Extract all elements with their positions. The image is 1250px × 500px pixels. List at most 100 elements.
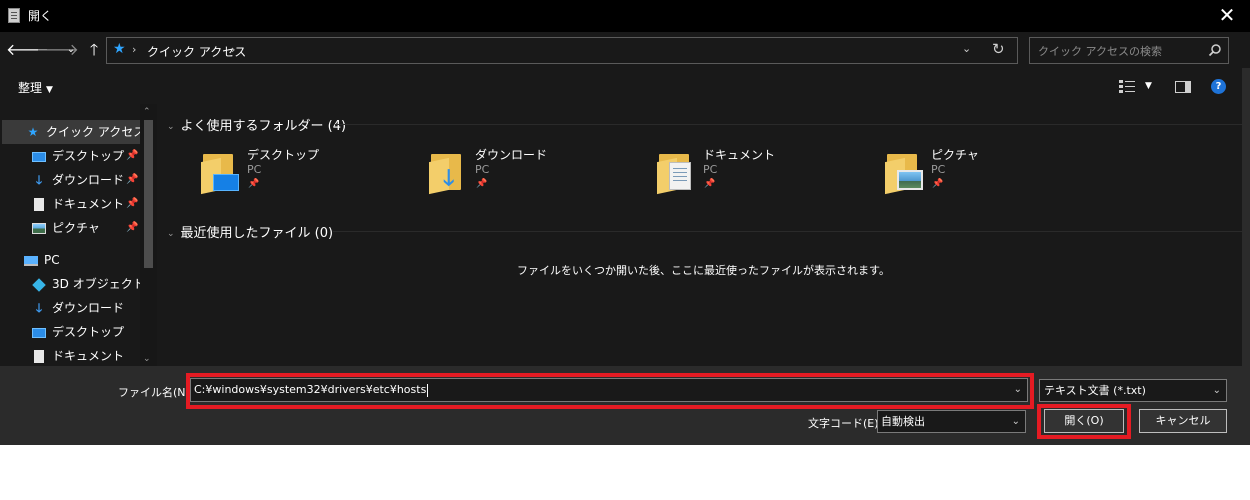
filetype-value: テキスト文書 (*.txt): [1044, 384, 1146, 397]
folder-tile-desktop[interactable]: デスクトップ PC 📌: [201, 146, 401, 196]
pc-icon: [24, 255, 38, 266]
download-folder-icon: 🡓: [429, 154, 463, 195]
sidebar-item-label: デスクトップ: [52, 149, 125, 163]
sidebar-item-downloads[interactable]: 🡓 ダウンロード 📌: [32, 168, 140, 192]
file-name-panel: ファイル名(N): C:¥windows¥system32¥drivers¥et…: [0, 366, 1250, 445]
forward-button[interactable]: 🡒: [36, 39, 79, 61]
sidebar-item-pc-documents[interactable]: ドキュメント: [32, 344, 140, 366]
refresh-icon[interactable]: ↻: [992, 40, 1005, 58]
folder-name: デスクトップ: [247, 148, 320, 162]
sidebar-item-label: ピクチャ: [52, 221, 100, 235]
sidebar-item-pc-downloads[interactable]: 🡓 ダウンロード: [32, 296, 140, 320]
sidebar-item-documents[interactable]: ドキュメント 📌: [32, 192, 140, 216]
navigation-bar: 🡐 🡒 ⌄ 🡑 ★ › クイック アクセス › ⌄ ↻ クイック アクセスの検索: [0, 32, 1250, 68]
sidebar-item-label: ダウンロード: [52, 173, 125, 187]
desktop-icon: [32, 151, 46, 162]
sidebar-item-label: PC: [44, 253, 60, 267]
folder-name: ドキュメント: [703, 148, 776, 162]
3d-objects-icon: [32, 277, 46, 292]
pin-icon: 📌: [126, 150, 139, 161]
recent-locations-button[interactable]: ⌄: [64, 39, 78, 61]
folder-name: ダウンロード: [475, 148, 548, 162]
up-button[interactable]: 🡑: [83, 39, 105, 61]
group-header-recent-files[interactable]: ⌄ 最近使用したファイル (0): [167, 222, 333, 241]
group-divider: [335, 124, 1243, 125]
chevron-down-icon: ⌄: [167, 228, 175, 239]
close-button[interactable]: ✕: [1204, 0, 1250, 32]
view-options-dropdown[interactable]: ▼: [1145, 81, 1152, 91]
scroll-up-icon[interactable]: ⌃: [143, 107, 151, 117]
pin-icon: 📌: [126, 198, 139, 209]
scrollbar-thumb[interactable]: [144, 120, 153, 268]
filename-label: ファイル名(N):: [118, 386, 194, 399]
chevron-down-icon: ⌄: [66, 44, 76, 55]
breadcrumb-separator[interactable]: ›: [132, 43, 136, 56]
caret-down-icon: ▼: [46, 85, 53, 95]
sidebar-item-3d-objects[interactable]: 3D オブジェクト: [32, 272, 145, 296]
folder-tile-documents[interactable]: ドキュメント PC 📌: [657, 146, 857, 196]
sidebar-scrollbar[interactable]: ⌃ ⌄: [140, 104, 157, 366]
sidebar-item-pictures[interactable]: ピクチャ 📌: [32, 216, 140, 240]
star-icon: ★: [27, 125, 39, 139]
search-placeholder: クイック アクセスの検索: [1038, 45, 1162, 58]
folder-location: PC: [931, 163, 946, 176]
folder-tile-pictures[interactable]: ピクチャ PC 📌: [885, 146, 1085, 196]
folder-location: PC: [247, 163, 262, 176]
window-title: 開く: [28, 9, 53, 23]
view-options-icon[interactable]: [1119, 80, 1135, 94]
chevron-down-icon: ⌄: [1212, 385, 1221, 396]
pin-icon: 📌: [126, 222, 139, 233]
search-icon[interactable]: [1208, 43, 1222, 57]
sidebar-item-label: ダウンロード: [52, 301, 125, 315]
group-divider: [333, 231, 1243, 232]
pin-icon: 📌: [932, 179, 944, 189]
recent-files-empty-message: ファイルをいくつか開いた後、ここに最近使ったファイルが表示されます。: [517, 264, 890, 277]
pin-icon: 📌: [248, 179, 260, 189]
address-bar[interactable]: ★ › クイック アクセス › ⌄ ↻: [106, 37, 1018, 64]
preview-pane-icon[interactable]: [1175, 81, 1191, 93]
help-icon[interactable]: ?: [1211, 79, 1226, 94]
folder-location: PC: [703, 163, 718, 176]
sidebar-item-quick-access[interactable]: ★ クイック アクセス: [2, 120, 145, 144]
sidebar-item-desktop[interactable]: デスクトップ 📌: [32, 144, 140, 168]
chevron-down-icon: ⌄: [167, 121, 175, 132]
chevron-down-icon: ⌄: [1011, 416, 1020, 427]
encoding-select[interactable]: 自動検出 ⌄: [877, 410, 1026, 433]
folder-name: ピクチャ: [931, 148, 979, 162]
search-input[interactable]: クイック アクセスの検索: [1029, 37, 1229, 64]
sidebar-item-label: 3D オブジェクト: [52, 277, 145, 291]
folder-tile-downloads[interactable]: 🡓 ダウンロード PC 📌: [429, 146, 629, 196]
encoding-label: 文字コード(E):: [808, 417, 883, 430]
group-header-label: 最近使用したファイル (0): [180, 226, 334, 241]
cancel-button[interactable]: キャンセル: [1139, 409, 1227, 433]
download-icon: 🡓: [35, 301, 43, 315]
sidebar-item-pc-desktop[interactable]: デスクトップ: [32, 320, 140, 344]
scroll-down-icon[interactable]: ⌄: [143, 354, 151, 364]
download-icon: 🡓: [35, 173, 43, 187]
open-highlight-box: [1037, 404, 1131, 439]
filetype-select[interactable]: テキスト文書 (*.txt) ⌄: [1039, 379, 1227, 402]
filename-highlight-box: [186, 373, 1034, 409]
desktop-icon: [32, 327, 46, 338]
pictures-folder-icon: [885, 154, 923, 195]
breadcrumb-separator[interactable]: ›: [231, 43, 235, 56]
close-icon: ✕: [1218, 3, 1236, 27]
desktop-folder-icon: [201, 154, 239, 195]
back-button[interactable]: 🡐: [6, 39, 49, 61]
document-icon: [34, 198, 44, 211]
group-header-label: よく使用するフォルダー (4): [180, 119, 347, 134]
sidebar-item-pc[interactable]: PC: [24, 248, 140, 272]
folder-location: PC: [475, 163, 490, 176]
navigation-pane: ★ クイック アクセス デスクトップ 📌 🡓 ダウンロード 📌 ドキュメント 📌 ピ…: [0, 104, 157, 366]
encoding-value: 自動検出: [881, 415, 925, 428]
sidebar-item-label: デスクトップ: [52, 325, 125, 339]
title-bar: 開く ✕: [0, 0, 1250, 32]
group-header-frequent-folders[interactable]: ⌄ よく使用するフォルダー (4): [167, 115, 346, 134]
picture-icon: [32, 223, 46, 234]
pin-icon: 📌: [476, 179, 488, 189]
pin-icon: 📌: [704, 179, 716, 189]
file-list-view: ⌄ よく使用するフォルダー (4) デスクトップ PC 📌 🡓 ダウンロード PC…: [157, 104, 1250, 366]
organize-button[interactable]: 整理 ▼: [18, 79, 53, 96]
pin-icon: 📌: [126, 174, 139, 185]
address-history-dropdown[interactable]: ⌄: [962, 42, 971, 55]
